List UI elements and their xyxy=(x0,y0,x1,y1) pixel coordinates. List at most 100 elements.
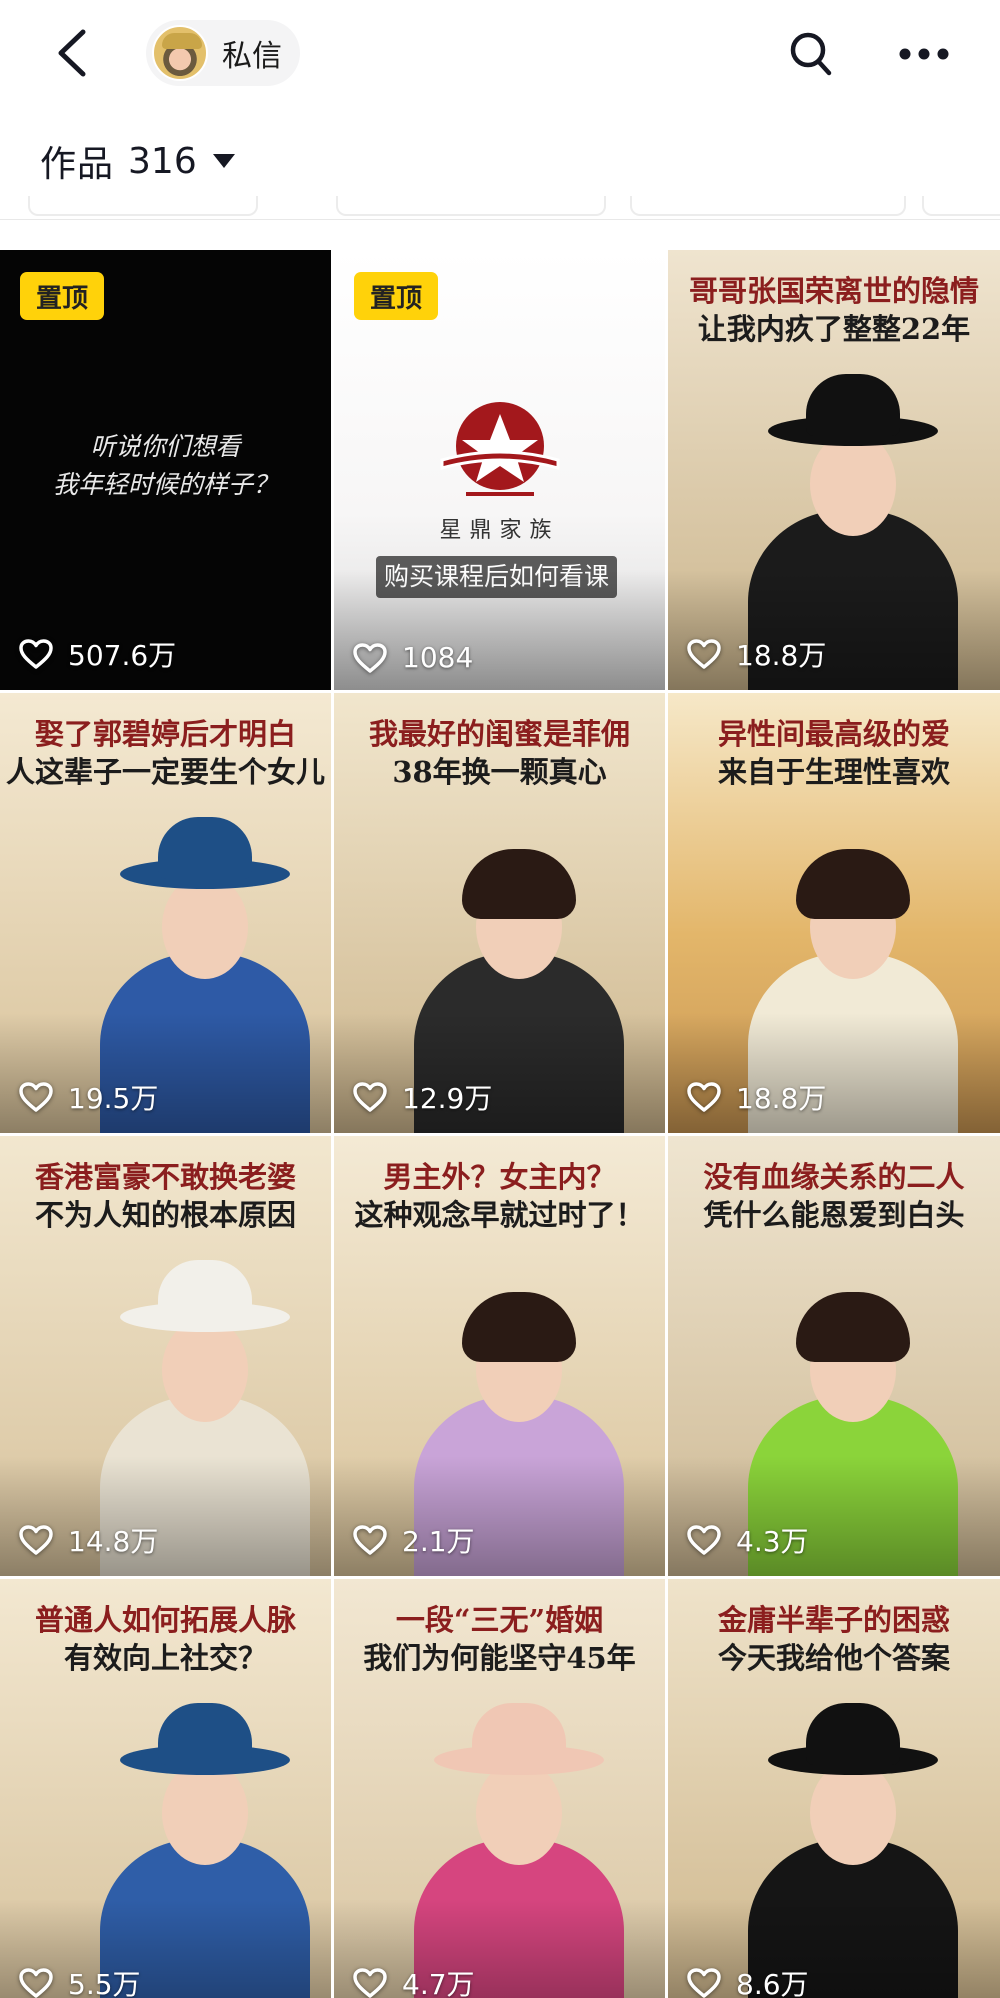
like-count: 8.6万 xyxy=(686,1963,809,1998)
cover-line: 一段“三无”婚姻 xyxy=(395,1603,604,1637)
like-count-value: 18.8万 xyxy=(736,1082,827,1115)
video-tile[interactable]: 普通人如何拓展人脉 有效向上社交？ 5.5万 xyxy=(0,1579,331,1998)
heart-icon xyxy=(353,1082,387,1112)
works-count: 316 xyxy=(128,140,197,182)
filter-chip[interactable] xyxy=(28,196,258,216)
like-count: 19.5万 xyxy=(18,1077,158,1117)
video-tile[interactable]: 异性间最高级的爱 来自于生理性喜欢 18.8万 xyxy=(668,693,1000,1133)
like-count: 18.8万 xyxy=(686,1077,826,1117)
back-button[interactable] xyxy=(44,22,100,84)
heart-icon xyxy=(687,1082,721,1112)
video-tile[interactable]: 哥哥张国荣离世的隐情 让我内疚了整整22年 18.8万 xyxy=(668,250,1000,690)
heart-icon xyxy=(19,1968,53,1998)
like-count: 507.6万 xyxy=(18,634,176,674)
search-icon xyxy=(790,32,832,76)
video-tile[interactable]: 金庸半辈子的困惑 今天我给他个答案 8.6万 xyxy=(668,1579,1000,1998)
heart-icon xyxy=(19,1525,53,1555)
like-count-value: 1084 xyxy=(402,641,474,674)
heart-icon xyxy=(353,1968,387,1998)
cover-line: 娶了郭碧婷后才明白 xyxy=(34,717,296,751)
cover-title: 香港富豪不敢换老婆 不为人知的根本原因 xyxy=(0,1158,331,1234)
cover-title: 金庸半辈子的困惑 今天我给他个答案 xyxy=(668,1601,1000,1677)
like-count: 4.3万 xyxy=(686,1520,809,1560)
cover-text: 听说你们想看我年轻时候的样子？ xyxy=(0,428,331,504)
video-tile[interactable]: 娶了郭碧婷后才明白 人这辈子一定要生个女儿 19.5万 xyxy=(0,693,331,1133)
heart-icon xyxy=(687,1968,721,1998)
like-count: 2.1万 xyxy=(352,1520,475,1560)
direct-message-button[interactable]: 私信 xyxy=(146,20,300,86)
chevron-left-icon xyxy=(58,29,86,77)
cover-title: 异性间最高级的爱 来自于生理性喜欢 xyxy=(668,715,1000,791)
like-count-value: 14.8万 xyxy=(68,1525,159,1558)
cover-line: 没有血缘关系的二人 xyxy=(703,1160,965,1194)
like-count-value: 4.7万 xyxy=(402,1968,475,1998)
video-tile[interactable]: 没有血缘关系的二人 凭什么能恩爱到白头 4.3万 xyxy=(668,1136,1000,1576)
like-count: 4.7万 xyxy=(352,1963,475,1998)
video-tile[interactable]: 香港富豪不敢换老婆 不为人知的根本原因 14.8万 xyxy=(0,1136,331,1576)
brand-name: 星鼎家族 xyxy=(439,518,560,543)
cover-line: 来自于生理性喜欢 xyxy=(717,755,950,789)
video-tile[interactable]: 男主外？女主内？ 这种观念早就过时了！ 2.1万 xyxy=(334,1136,665,1576)
works-title: 作品 xyxy=(40,144,115,185)
cover-line: 今天我给他个答案 xyxy=(717,1641,950,1675)
top-bar: 私信 xyxy=(0,0,1000,106)
more-button[interactable] xyxy=(894,26,954,82)
direct-message-label: 私信 xyxy=(222,39,282,74)
video-tile[interactable]: 我最好的闺蜜是菲佣 38年换一颗真心 12.9万 xyxy=(334,693,665,1133)
like-count-value: 8.6万 xyxy=(736,1968,809,1998)
cover-line: 这种观念早就过时了！ xyxy=(354,1198,645,1232)
like-count: 5.5万 xyxy=(18,1963,141,1998)
cover-title: 普通人如何拓展人脉 有效向上社交？ xyxy=(0,1601,331,1677)
cover-title: 我最好的闺蜜是菲佣 38年换一颗真心 xyxy=(334,715,665,791)
like-count-value: 18.8万 xyxy=(736,639,827,672)
filter-chip[interactable] xyxy=(336,196,606,216)
cover-line: 有效向上社交？ xyxy=(63,1641,267,1675)
cover-line: 男主外？女主内？ xyxy=(383,1160,616,1194)
like-count-value: 2.1万 xyxy=(402,1525,475,1558)
like-count: 12.9万 xyxy=(352,1077,492,1117)
cover-title: 一段“三无”婚姻 我们为何能坚守45年 xyxy=(334,1601,665,1677)
cover-line: 我年轻时候的样子？ xyxy=(52,470,278,499)
caret-down-icon xyxy=(212,154,235,168)
heart-icon xyxy=(353,642,387,673)
cover-line: 我最好的闺蜜是菲佣 xyxy=(368,717,630,751)
heart-icon xyxy=(19,1082,53,1112)
cover-line: 普通人如何拓展人脉 xyxy=(34,1603,296,1637)
cover-line: 我们为何能坚守45年 xyxy=(363,1641,636,1675)
like-count: 1084 xyxy=(352,641,473,674)
heart-icon xyxy=(687,1525,721,1555)
search-button[interactable] xyxy=(786,26,836,82)
video-tile[interactable]: 听说你们想看我年轻时候的样子？ 置顶 507.6万 xyxy=(0,250,331,690)
brand-logo xyxy=(440,402,560,496)
cover-line: 凭什么能恩爱到白头 xyxy=(703,1198,965,1232)
pinned-badge: 置顶 xyxy=(20,272,104,320)
like-count: 14.8万 xyxy=(18,1520,158,1560)
cover-line: 听说你们想看 xyxy=(90,432,241,461)
filter-chip[interactable] xyxy=(922,196,1000,216)
cover-line: 38年换一颗真心 xyxy=(392,755,607,789)
works-sort-selector[interactable]: 作品 316 xyxy=(40,136,235,186)
cover-title: 娶了郭碧婷后才明白 人这辈子一定要生个女儿 xyxy=(0,715,331,791)
pinned-badge: 置顶 xyxy=(354,272,438,320)
video-tile[interactable]: 星鼎家族购买课程后如何看课置顶1084 xyxy=(334,250,665,690)
cover-line: 金庸半辈子的困惑 xyxy=(717,1603,950,1637)
avatar xyxy=(152,25,208,81)
like-count-value: 12.9万 xyxy=(402,1082,493,1115)
video-tile[interactable]: 一段“三无”婚姻 我们为何能坚守45年 4.7万 xyxy=(334,1579,665,1998)
heart-icon xyxy=(687,639,721,669)
cover-line: 不为人知的根本原因 xyxy=(34,1198,296,1232)
like-count-value: 4.3万 xyxy=(736,1525,809,1558)
cover-title: 没有血缘关系的二人 凭什么能恩爱到白头 xyxy=(668,1158,1000,1234)
like-count: 18.8万 xyxy=(686,634,826,674)
like-count-value: 5.5万 xyxy=(68,1968,141,1998)
cover-title: 男主外？女主内？ 这种观念早就过时了！ xyxy=(334,1158,665,1234)
cover-line: 人这辈子一定要生个女儿 xyxy=(5,755,325,789)
like-count-value: 19.5万 xyxy=(68,1082,159,1115)
cover-line: 异性间最高级的爱 xyxy=(717,717,950,751)
cover-title: 哥哥张国荣离世的隐情 让我内疚了整整22年 xyxy=(668,272,1000,348)
heart-icon xyxy=(353,1525,387,1555)
heart-icon xyxy=(19,639,53,669)
more-dots-icon xyxy=(899,48,949,60)
filter-chip[interactable] xyxy=(630,196,906,216)
cover-line: 哥哥张国荣离世的隐情 xyxy=(688,274,979,308)
